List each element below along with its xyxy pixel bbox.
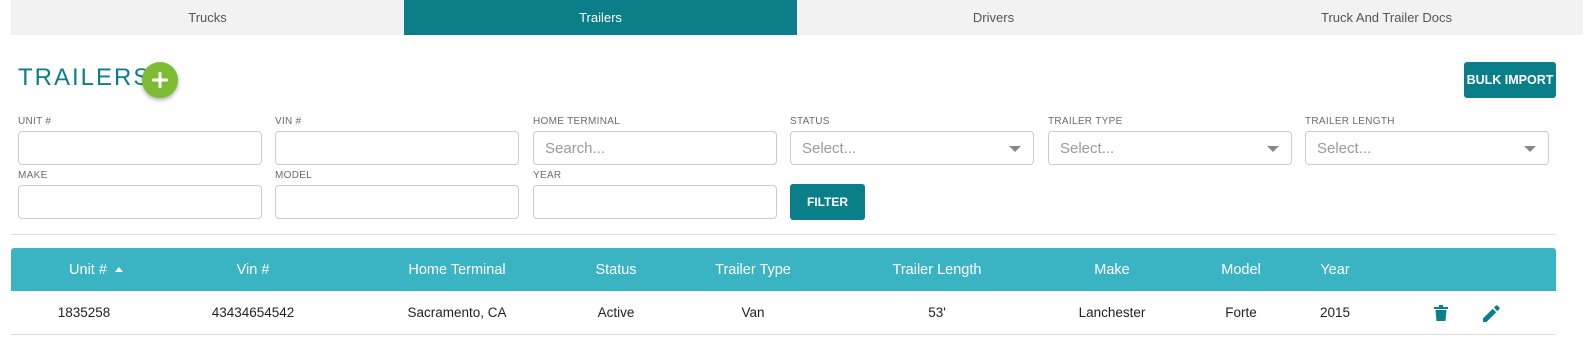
trailer-length-select-value: Select...	[1317, 139, 1372, 157]
cell-trailer-length: 53'	[928, 305, 946, 320]
column-header-make[interactable]: Make	[1062, 248, 1162, 291]
cell-vin: 43434654542	[211, 305, 295, 320]
trailer-type-filter-label: TRAILER TYPE	[1048, 116, 1123, 127]
chevron-down-icon	[1267, 146, 1279, 152]
column-header-model[interactable]: Model	[1191, 248, 1291, 291]
home-terminal-search-input[interactable]	[533, 131, 777, 165]
make-filter-label: MAKE	[18, 170, 48, 181]
trailer-length-filter-label: TRAILER LENGTH	[1305, 116, 1395, 127]
cell-trailer-type: Van	[741, 305, 765, 320]
cell-status: Active	[597, 305, 635, 320]
column-header-unit[interactable]: Unit #	[41, 248, 151, 291]
divider	[11, 234, 1556, 235]
filter-button[interactable]: FILTER	[790, 184, 865, 220]
model-filter-input[interactable]	[275, 185, 519, 219]
trailer-length-select[interactable]: Select...	[1305, 131, 1549, 165]
delete-button[interactable]	[1431, 303, 1451, 323]
cell-make: Lanchester	[1078, 305, 1146, 320]
status-select[interactable]: Select...	[790, 131, 1034, 165]
sort-ascending-icon	[114, 267, 123, 272]
unit-filter-input[interactable]	[18, 131, 262, 165]
status-filter-label: STATUS	[790, 116, 830, 127]
chevron-down-icon	[1524, 146, 1536, 152]
edit-button[interactable]	[1481, 303, 1501, 323]
pencil-icon	[1482, 304, 1500, 322]
column-header-trailer-type[interactable]: Trailer Type	[691, 248, 815, 291]
column-header-year[interactable]: Year	[1295, 248, 1375, 291]
column-header-status[interactable]: Status	[566, 248, 666, 291]
table-row: 1835258 43434654542 Sacramento, CA Activ…	[11, 291, 1556, 335]
plus-icon	[152, 72, 168, 88]
tab-drivers[interactable]: Drivers	[797, 0, 1190, 35]
trash-icon	[1434, 305, 1448, 321]
column-header-home-terminal[interactable]: Home Terminal	[391, 248, 523, 291]
cell-home-terminal: Sacramento, CA	[407, 305, 507, 320]
tab-trailers[interactable]: Trailers	[404, 0, 797, 35]
make-filter-input[interactable]	[18, 185, 262, 219]
tab-trucks[interactable]: Trucks	[11, 0, 404, 35]
table-header: Unit # Vin # Home Terminal Status Traile…	[11, 248, 1556, 291]
cell-model: Forte	[1225, 305, 1257, 320]
add-trailer-button[interactable]	[142, 62, 178, 98]
unit-filter-label: UNIT #	[18, 116, 52, 127]
cell-unit: 1835258	[57, 305, 111, 320]
status-select-value: Select...	[802, 139, 857, 157]
page-title: TRAILERS	[18, 64, 152, 91]
vin-filter-input[interactable]	[275, 131, 519, 165]
column-header-trailer-length[interactable]: Trailer Length	[871, 248, 1003, 291]
model-filter-label: MODEL	[275, 170, 313, 181]
trailer-type-select[interactable]: Select...	[1048, 131, 1292, 165]
vin-filter-label: VIN #	[275, 116, 302, 127]
tab-truck-and-trailer-docs[interactable]: Truck And Trailer Docs	[1190, 0, 1583, 35]
column-header-vin[interactable]: Vin #	[193, 248, 313, 291]
chevron-down-icon	[1009, 146, 1021, 152]
cell-year: 2015	[1319, 305, 1351, 320]
tab-bar: Trucks Trailers Drivers Truck And Traile…	[11, 0, 1583, 35]
year-filter-label: YEAR	[533, 170, 562, 181]
trailer-type-select-value: Select...	[1060, 139, 1115, 157]
home-terminal-filter-label: HOME TERMINAL	[533, 116, 621, 127]
column-header-label: Unit #	[69, 261, 107, 278]
year-filter-input[interactable]	[533, 185, 777, 219]
bulk-import-button[interactable]: BULK IMPORT	[1464, 62, 1556, 98]
